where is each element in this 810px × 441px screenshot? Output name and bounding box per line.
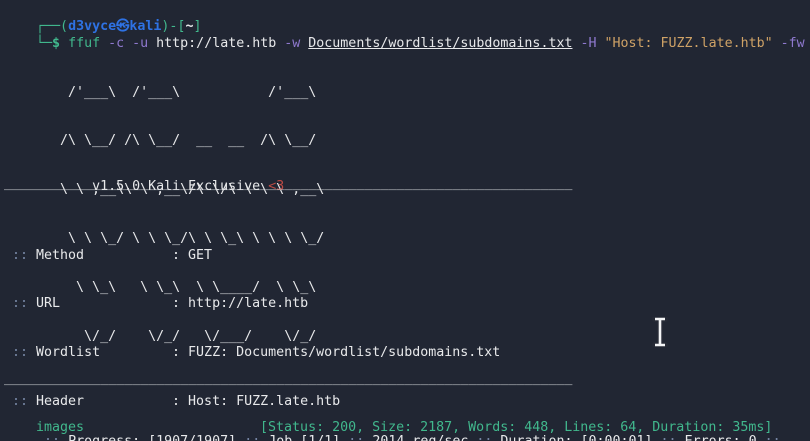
config-value: http://late.htb <box>188 296 308 311</box>
progress-marker: :: <box>476 434 500 441</box>
config-row-url: :: URL: http://late.htb <box>4 296 604 312</box>
config-marker: :: <box>4 345 36 360</box>
config-marker: :: <box>4 248 36 263</box>
terminal-window[interactable]: ┌──(d3vyce㉿kali)-[~] └─$ ffuf -c -u http… <box>0 0 810 441</box>
progress-marker: :: <box>36 434 68 441</box>
separator-line: ________________________________________… <box>4 176 572 192</box>
config-value: FUZZ: Documents/wordlist/subdomains.txt <box>188 345 500 360</box>
command-flag-u: -u <box>132 36 156 51</box>
command-url: http://late.htb <box>156 36 284 51</box>
prompt-symbol: $ <box>52 36 68 51</box>
config-label: Method <box>36 248 172 264</box>
config-colon: : <box>172 345 188 360</box>
command-flag-c: -c <box>108 36 132 51</box>
prompt-frame-bottom: └─ <box>36 36 52 51</box>
config-value: GET <box>188 248 212 263</box>
separator-line: ________________________________________… <box>4 371 572 387</box>
config-row-wordlist: :: Wordlist: FUZZ: Documents/wordlist/su… <box>4 345 604 361</box>
command-program: ffuf <box>68 36 108 51</box>
config-colon: : <box>172 248 188 263</box>
ascii-art-line-2: /\ \__/ /\ \__/ __ __ /\ \__/ <box>4 133 324 149</box>
progress-marker: :: <box>661 434 685 441</box>
progress-duration: Duration: [0:00:01] <box>500 434 660 441</box>
config-label: Wordlist <box>36 345 172 361</box>
config-label: URL <box>36 296 172 312</box>
config-row-method: :: Method: GET <box>4 248 604 264</box>
separator-rule: ________________________________________… <box>4 371 572 386</box>
command-header-string: "Host: FUZZ.late.htb" <box>605 36 781 51</box>
progress-job: Job [1/1] <box>268 434 348 441</box>
progress-marker: :: <box>765 434 781 441</box>
separator-rule: ________________________________________… <box>4 176 572 191</box>
progress-counter: Progress: [1907/1907] <box>68 434 244 441</box>
progress-line: :: Progress: [1907/1907] :: Job [1/1] ::… <box>4 418 781 441</box>
progress-rate: 2014 req/sec <box>372 434 476 441</box>
ascii-art-line-1: /'___\ /'___\ /'___\ <box>4 85 324 101</box>
config-marker: :: <box>4 296 36 311</box>
command-flag-fw: -fw <box>781 36 810 51</box>
command-flag-H: -H <box>572 36 604 51</box>
progress-marker: :: <box>244 434 268 441</box>
text-cursor-icon <box>652 317 668 347</box>
progress-marker: :: <box>348 434 372 441</box>
command-wordlist-path: Documents/wordlist/subdomains.txt <box>308 36 572 51</box>
progress-errors: Errors: 0 <box>685 434 765 441</box>
command-flag-w: -w <box>284 36 308 51</box>
config-colon: : <box>172 296 188 311</box>
